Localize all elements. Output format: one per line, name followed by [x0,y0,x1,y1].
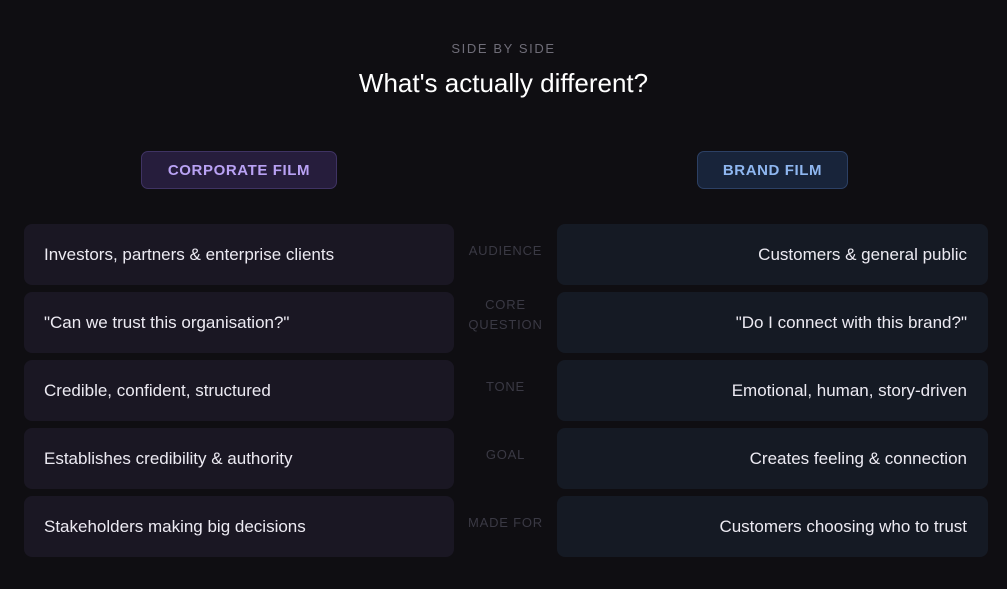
row-label-goal: GOAL [485,447,526,462]
corporate-core-question-cell: "Can we trust this organisation?" [24,292,454,353]
row-label-core-question: CORE QUESTION [468,297,543,332]
comparison-table: Investors, partners & enterprise clients… [24,224,988,564]
corporate-audience-cell: Investors, partners & enterprise clients [24,224,454,285]
corporate-goal-cell: Establishes credibility & authority [24,428,454,489]
brand-core-question-cell: "Do I connect with this brand?" [557,292,988,353]
brand-goal-cell: Creates feeling & connection [557,428,988,489]
row-label-tone: TONE [485,379,526,394]
corporate-film-badge: CORPORATE FILM [141,151,337,189]
comparison-row-core-question: "Can we trust this organisation?" CORE Q… [24,292,988,353]
comparison-section: SIDE BY SIDE What's actually different? … [0,0,1007,589]
row-label-audience: AUDIENCE [468,243,543,258]
brand-film-badge: BRAND FILM [697,151,848,189]
section-title: What's actually different? [358,68,649,98]
comparison-row-tone: Credible, confident, structured TONE Emo… [24,360,988,421]
section-eyebrow: SIDE BY SIDE [451,41,556,56]
corporate-made-for-cell: Stakeholders making big decisions [24,496,454,557]
comparison-row-goal: Establishes credibility & authority GOAL… [24,428,988,489]
corporate-tone-cell: Credible, confident, structured [24,360,454,421]
brand-audience-cell: Customers & general public [557,224,988,285]
row-label-made-for: MADE FOR [467,515,543,530]
comparison-row-audience: Investors, partners & enterprise clients… [24,224,988,285]
brand-tone-cell: Emotional, human, story-driven [557,360,988,421]
brand-made-for-cell: Customers choosing who to trust [557,496,988,557]
comparison-row-made-for: Stakeholders making big decisions MADE F… [24,496,988,557]
